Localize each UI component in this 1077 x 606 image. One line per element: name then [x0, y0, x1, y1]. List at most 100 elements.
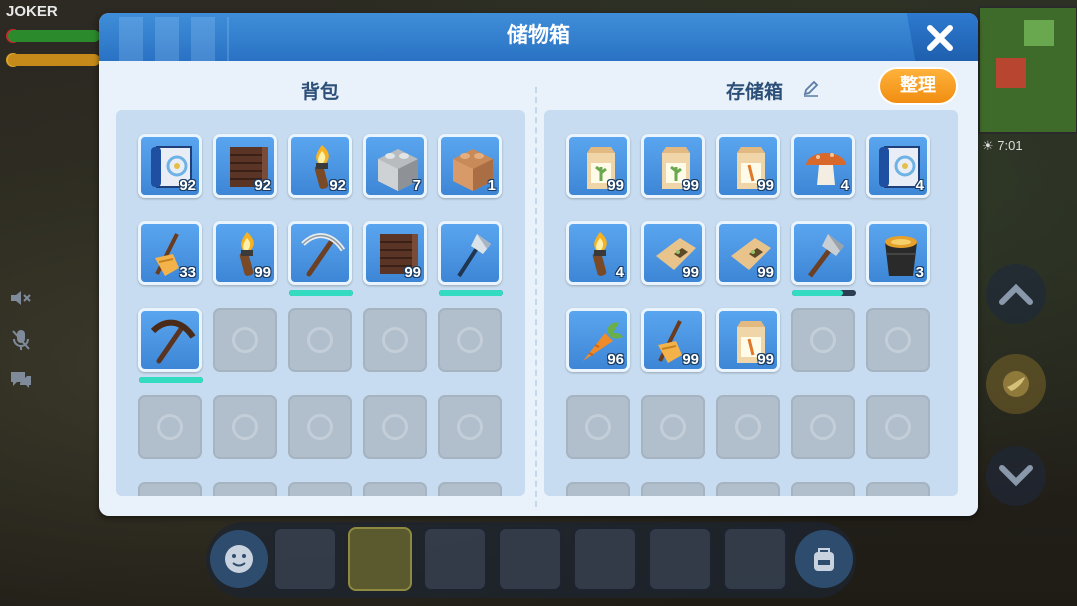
- empty-slot[interactable]: [641, 482, 705, 496]
- empty-slot[interactable]: [791, 482, 855, 496]
- fly-up-button[interactable]: [986, 264, 1046, 324]
- item-count: 99: [682, 264, 699, 281]
- wood-pickaxe-icon: [150, 319, 196, 364]
- mic-off-icon[interactable]: [6, 326, 36, 354]
- hotbar-slot[interactable]: [273, 527, 337, 591]
- durability-bar: [792, 290, 856, 296]
- storage-item-slot[interactable]: 99: [716, 134, 780, 198]
- item-count: 99: [607, 177, 624, 194]
- empty-slot[interactable]: [438, 308, 502, 372]
- storage-item-slot[interactable]: 99: [716, 221, 780, 285]
- empty-slot[interactable]: [363, 395, 427, 459]
- backpack-item-slot[interactable]: [438, 221, 502, 285]
- empty-slot[interactable]: [438, 482, 502, 496]
- empty-slot[interactable]: [716, 395, 780, 459]
- storage-item-slot[interactable]: 96: [566, 308, 630, 372]
- hotbar-slot[interactable]: [498, 527, 562, 591]
- storage-item-slot[interactable]: 4: [791, 134, 855, 198]
- empty-slot[interactable]: [791, 395, 855, 459]
- backpack-item-slot[interactable]: 92: [213, 134, 277, 198]
- item-count: 99: [757, 177, 774, 194]
- empty-slot[interactable]: [866, 482, 930, 496]
- item-count: 92: [179, 177, 196, 194]
- storage-item-slot[interactable]: 3: [866, 221, 930, 285]
- backpack-grid: 92 92 92 7 1 33 99 99: [116, 110, 525, 496]
- backpack-item-slot[interactable]: [138, 308, 202, 372]
- item-count: 99: [254, 264, 271, 281]
- item-count: 1: [487, 177, 496, 194]
- backpack-item-slot[interactable]: 99: [213, 221, 277, 285]
- item-count: 99: [757, 351, 774, 368]
- backpack-item-slot[interactable]: 7: [363, 134, 427, 198]
- empty-slot[interactable]: [363, 308, 427, 372]
- empty-slot[interactable]: [138, 482, 202, 496]
- storage-item-slot[interactable]: 4: [866, 134, 930, 198]
- empty-slot[interactable]: [288, 308, 352, 372]
- storage-item-slot[interactable]: 99: [566, 134, 630, 198]
- close-button[interactable]: [922, 21, 958, 55]
- empty-slot[interactable]: [288, 395, 352, 459]
- backpack-item-slot[interactable]: [288, 221, 352, 285]
- empty-slot[interactable]: [138, 395, 202, 459]
- item-count: 4: [615, 264, 624, 281]
- hotbar-slot[interactable]: [648, 527, 712, 591]
- pencil-icon[interactable]: [802, 79, 820, 97]
- item-count: 33: [179, 264, 196, 281]
- hotbar-slot-selected[interactable]: [348, 527, 412, 591]
- item-count: 4: [915, 177, 924, 194]
- backpack-item-slot[interactable]: 1: [438, 134, 502, 198]
- storage-chest-dialog: 储物箱 背包 存储箱 整理 92 92 92 7 1 33 99 99 99 99 99 4 4 4 99…: [99, 13, 978, 516]
- emote-button[interactable]: [210, 530, 268, 588]
- empty-slot[interactable]: [866, 308, 930, 372]
- item-count: 99: [682, 351, 699, 368]
- empty-slot[interactable]: [363, 482, 427, 496]
- backpack-title: 背包: [301, 81, 340, 103]
- durability-bar: [439, 290, 503, 296]
- chat-icon[interactable]: [6, 366, 36, 394]
- item-count: 92: [254, 177, 271, 194]
- storage-item-slot[interactable]: 99: [641, 134, 705, 198]
- item-count: 3: [915, 264, 924, 281]
- storage-item-slot[interactable]: 4: [566, 221, 630, 285]
- close-icon: [927, 25, 953, 51]
- empty-slot[interactable]: [438, 395, 502, 459]
- hunger-bar: [8, 54, 100, 66]
- hotbar-slot[interactable]: [573, 527, 637, 591]
- empty-slot[interactable]: [866, 395, 930, 459]
- storage-item-slot[interactable]: 99: [641, 221, 705, 285]
- dialog-titlebar: 储物箱: [99, 13, 978, 61]
- fly-down-button[interactable]: [986, 446, 1046, 506]
- empty-slot[interactable]: [791, 308, 855, 372]
- empty-slot[interactable]: [641, 395, 705, 459]
- sort-button[interactable]: 整理: [878, 67, 958, 105]
- hotbar-slot[interactable]: [423, 527, 487, 591]
- backpack-button[interactable]: [795, 530, 853, 588]
- durability-bar: [139, 377, 203, 383]
- durability-bar: [289, 290, 353, 296]
- storage-item-slot[interactable]: [791, 221, 855, 285]
- minimap[interactable]: [978, 6, 1077, 134]
- wing-button[interactable]: [986, 354, 1046, 414]
- item-count: 96: [607, 351, 624, 368]
- empty-slot[interactable]: [716, 482, 780, 496]
- mute-icon[interactable]: [6, 284, 36, 312]
- item-count: 4: [840, 177, 849, 194]
- storage-item-slot[interactable]: 99: [641, 308, 705, 372]
- backpack-item-slot[interactable]: 92: [288, 134, 352, 198]
- iron-pickaxe-icon: [301, 233, 346, 277]
- empty-slot[interactable]: [213, 395, 277, 459]
- iron-axe-icon: [457, 234, 491, 278]
- empty-slot[interactable]: [288, 482, 352, 496]
- backpack-item-slot[interactable]: 99: [363, 221, 427, 285]
- empty-slot[interactable]: [213, 308, 277, 372]
- storage-item-slot[interactable]: 99: [716, 308, 780, 372]
- empty-slot[interactable]: [566, 395, 630, 459]
- empty-slot[interactable]: [566, 482, 630, 496]
- item-count: 99: [757, 264, 774, 281]
- empty-slot[interactable]: [213, 482, 277, 496]
- stone-axe-icon: [808, 234, 844, 278]
- hotbar-slot[interactable]: [723, 527, 787, 591]
- item-count: 92: [329, 177, 346, 194]
- backpack-item-slot[interactable]: 33: [138, 221, 202, 285]
- backpack-item-slot[interactable]: 92: [138, 134, 202, 198]
